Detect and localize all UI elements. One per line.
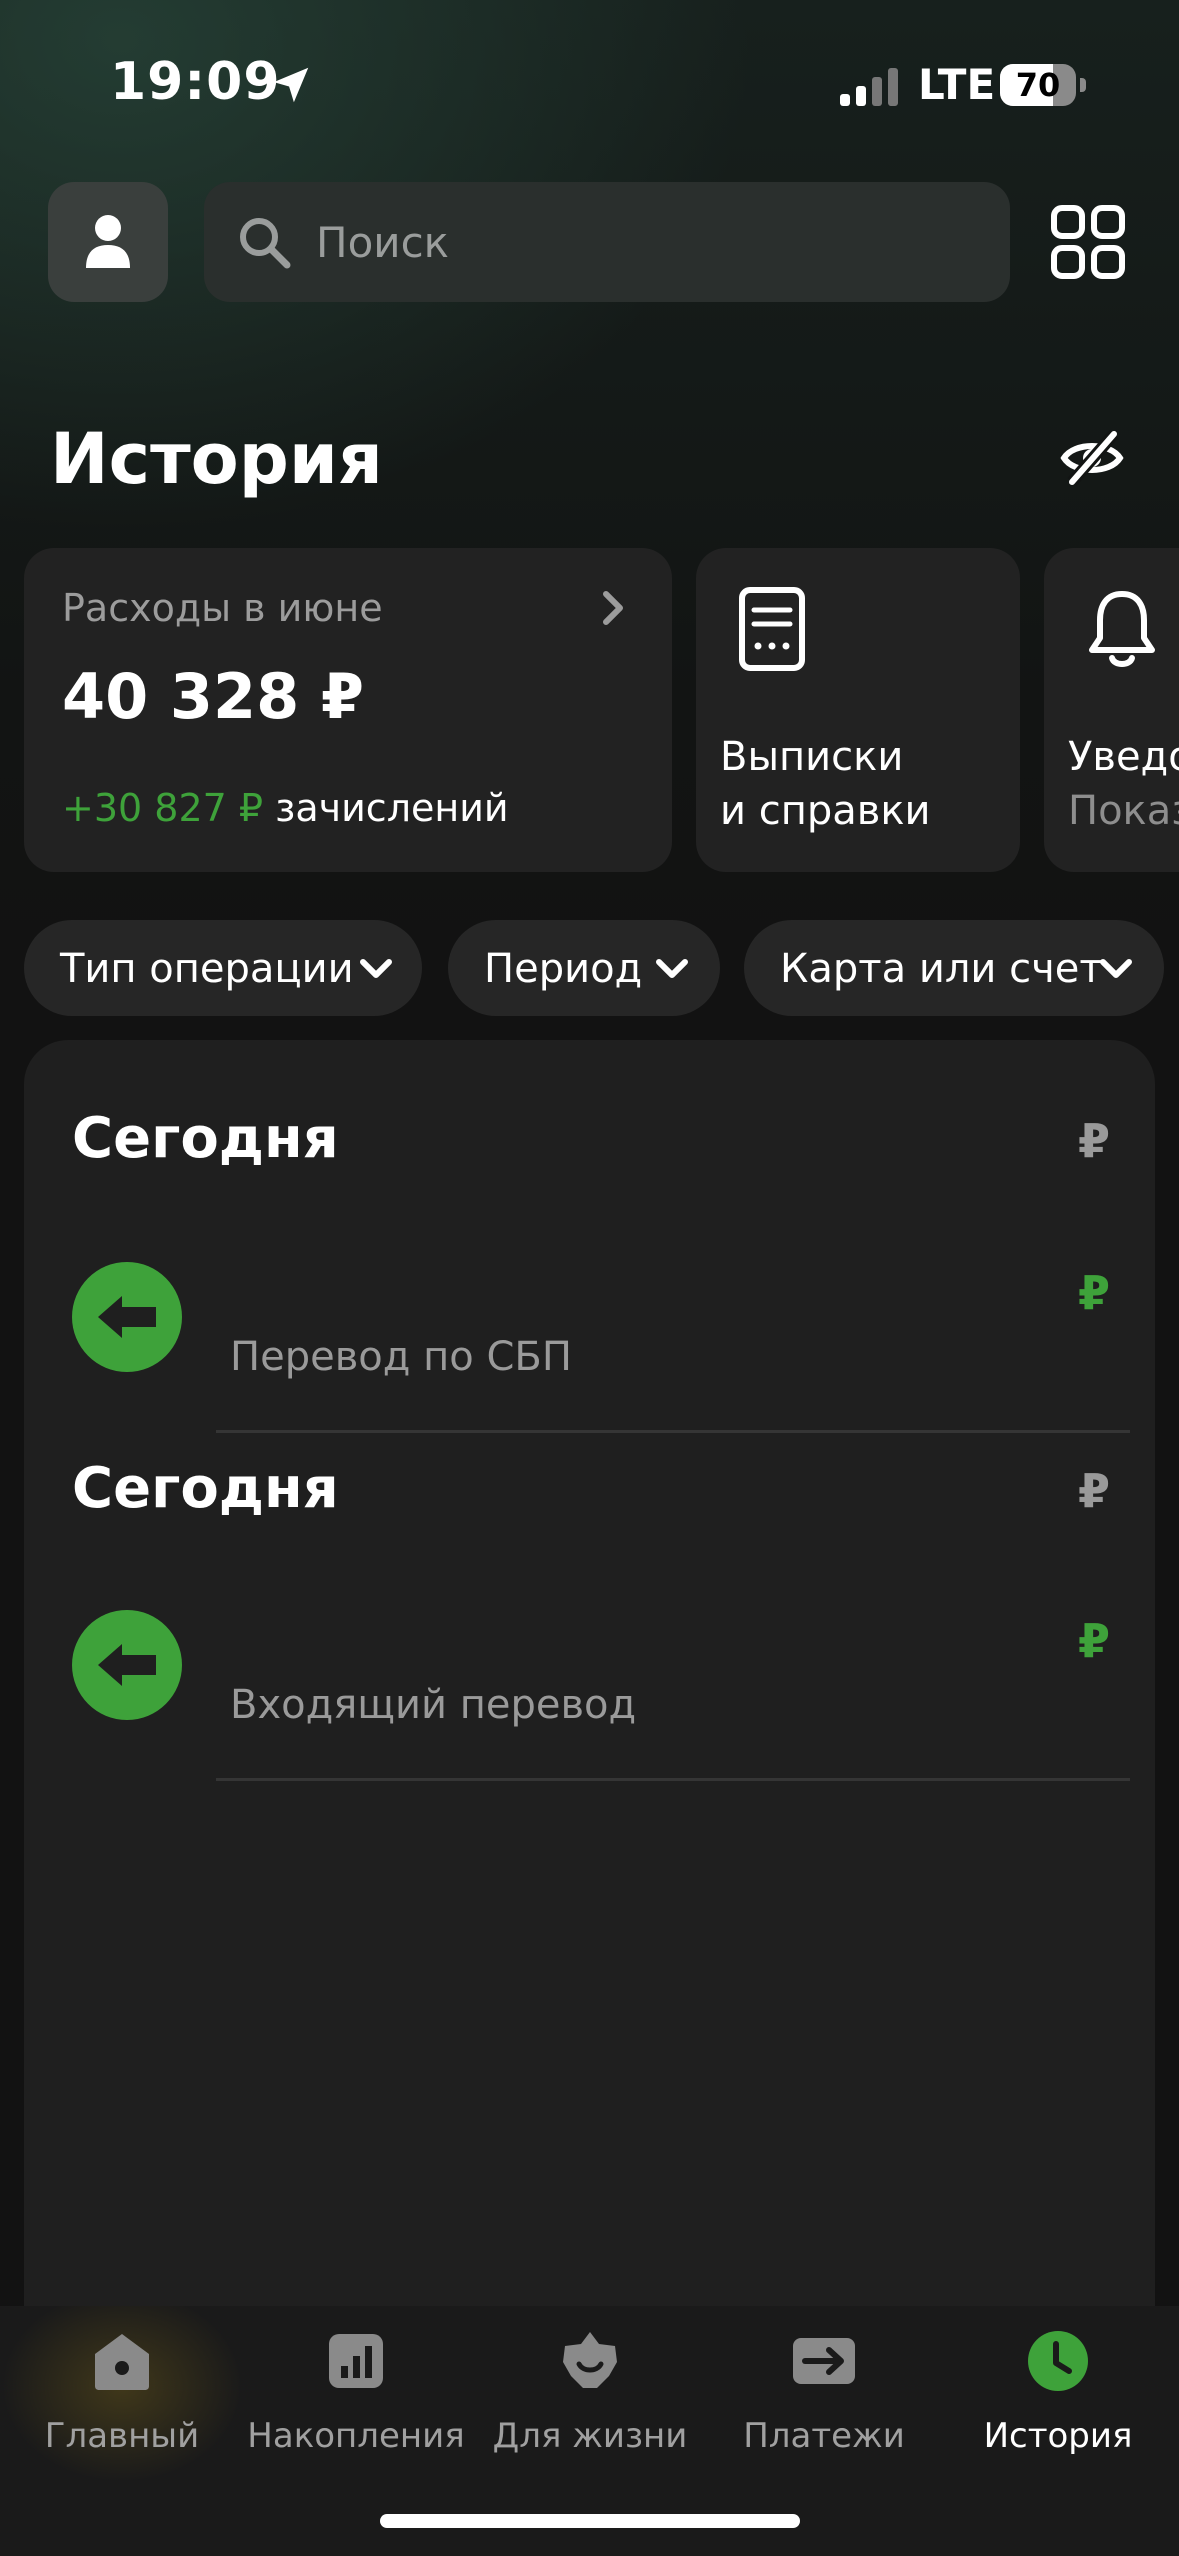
battery-percent: 70 [1015,66,1061,104]
status-bar: 19:09 LTE 70 [0,0,1179,160]
day-header: Сегодня [72,1456,339,1521]
income-amount: +30 827 ₽ [62,786,264,830]
nav-label: Для жизни [492,2416,688,2456]
page-title: История [50,418,383,500]
statements-card[interactable]: Выписки и справки [696,548,1020,872]
income-label: зачислений [275,786,509,830]
day-total-currency: ₽ [1078,1114,1111,1168]
lifestyle-star-icon [563,2332,617,2388]
nav-item-lifestyle[interactable]: Для жизни [472,2306,708,2506]
expenses-card[interactable]: Расходы в июне 40 328 ₽ +30 827 ₽ зачисл… [24,548,672,872]
filter-label: Тип операции [60,946,354,992]
day-total-currency: ₽ [1078,1464,1111,1518]
cellular-signal-icon [840,66,900,106]
savings-chart-icon [329,2334,383,2388]
nav-item-payments[interactable]: Платежи [706,2306,942,2506]
nav-item-savings[interactable]: Накопления [238,2306,474,2506]
expenses-amount: 40 328 ₽ [62,660,365,733]
operation-description: Перевод по СБП [230,1334,572,1380]
search-placeholder: Поиск [316,218,450,267]
profile-button[interactable] [48,182,168,302]
history-screen: 19:09 LTE 70 Поиск История Расходы в июн… [0,0,1179,2556]
nav-label: Платежи [743,2416,905,2456]
expenses-label: Расходы в июне [62,586,383,630]
history-clock-icon [1028,2331,1088,2391]
nav-item-home[interactable]: Главный [4,2306,240,2506]
filter-period[interactable]: Период [448,920,720,1016]
transfer-arrow-icon [72,1262,182,1372]
notifications-line-2: Показ [1068,788,1179,834]
transfer-arrow-icon [72,1610,182,1720]
filter-label: Карта или счет [780,946,1103,992]
search-icon [240,218,291,269]
day-header: Сегодня [72,1106,339,1171]
battery-icon: 70 [1000,64,1076,106]
chevron-down-icon [1100,959,1132,978]
battery-tip [1080,78,1086,92]
chevron-down-icon [360,959,392,978]
statements-line-1: Выписки [720,734,904,780]
income-summary: +30 827 ₽ зачислений [62,786,509,830]
home-indicator[interactable] [380,2514,800,2528]
row-divider [216,1778,1130,1781]
filter-label: Период [484,946,643,992]
payments-arrow-icon [793,2338,855,2384]
notifications-card[interactable]: Уведо Показ [1044,548,1179,872]
network-type: LTE [918,60,996,109]
operation-description: Входящий перевод [230,1682,637,1728]
search-input[interactable]: Поиск [204,182,1010,302]
apps-grid-icon[interactable] [1050,204,1126,280]
bell-icon [1089,591,1155,667]
nav-label: Накопления [247,2416,465,2456]
statements-line-2: и справки [720,788,931,834]
nav-label: Главный [44,2416,200,2456]
hide-balance-eye-icon[interactable] [1060,426,1124,490]
document-icon [739,587,805,671]
location-arrow-icon [273,67,309,103]
filter-operation-type[interactable]: Тип операции [24,920,422,1016]
home-icon [95,2334,149,2390]
status-time: 19:09 [110,52,281,112]
operation-currency: ₽ [1078,1266,1111,1320]
user-icon [86,215,130,268]
chevron-down-icon [656,959,688,978]
filter-card-or-account[interactable]: Карта или счет [744,920,1164,1016]
nav-item-history[interactable]: История [940,2306,1176,2506]
row-divider [216,1430,1130,1433]
notifications-line-1: Уведо [1068,734,1179,780]
operation-currency: ₽ [1078,1614,1111,1668]
nav-label: История [983,2416,1133,2456]
chevron-right-icon [603,591,623,625]
